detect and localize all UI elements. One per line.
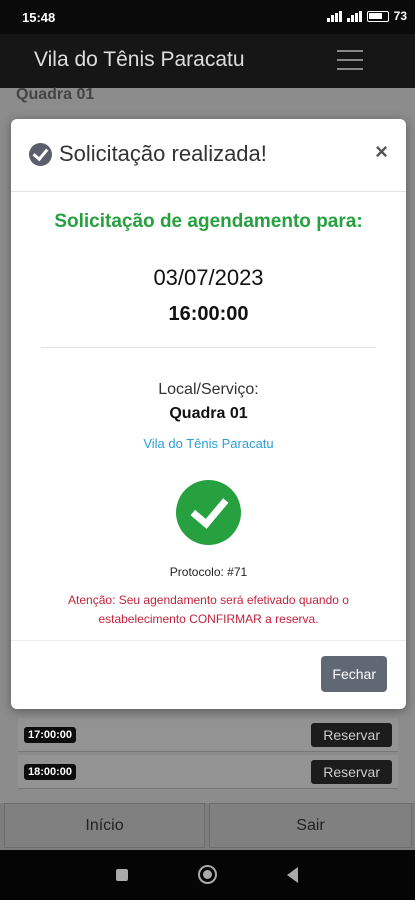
slot-time: 18:00:00: [24, 764, 77, 780]
check-circle-icon: [29, 143, 52, 166]
home-nav-icon[interactable]: [198, 865, 217, 884]
booking-date: 03/07/2023: [153, 265, 264, 290]
slot-time: 17:00:00: [24, 727, 77, 743]
request-heading: Solicitação de agendamento para:: [54, 211, 363, 232]
home-button[interactable]: Início: [4, 803, 205, 848]
time-slot: 18:00:00 Reservar: [18, 755, 398, 789]
time-slot: 17:00:00 Reservar: [18, 718, 398, 752]
status-icons: 73: [326, 9, 407, 23]
bottom-bar: Início Sair: [0, 803, 415, 850]
divider: [41, 347, 376, 348]
app-title: Vila do Tênis Paracatu: [34, 48, 245, 71]
back-icon[interactable]: [287, 867, 298, 883]
battery-icon: [366, 10, 389, 22]
footer-divider: [11, 640, 406, 641]
modal-title: Solicitação realizada!: [59, 141, 267, 166]
success-check-icon: [176, 480, 241, 545]
booking-time: 16:00:00: [168, 303, 249, 325]
battery-level: 73: [393, 9, 407, 23]
status-bar: 15:48 73: [0, 0, 415, 34]
signal-icon: [326, 10, 342, 22]
app-bar: Vila do Tênis Paracatu: [0, 34, 415, 88]
exit-button[interactable]: Sair: [209, 803, 412, 848]
local-label: Local/Serviço:: [158, 381, 259, 398]
establishment-link[interactable]: Vila do Tênis Paracatu: [11, 436, 406, 451]
reserve-button[interactable]: Reservar: [311, 760, 392, 784]
recents-icon[interactable]: [116, 869, 128, 881]
status-time: 15:48: [22, 10, 56, 25]
close-icon[interactable]: ×: [375, 139, 388, 165]
confirmation-modal: Solicitação realizada! × Solicitação de …: [11, 119, 406, 709]
close-button[interactable]: Fechar: [321, 656, 387, 692]
signal-icon-2: [346, 10, 362, 22]
local-value: Quadra 01: [169, 405, 248, 422]
reserve-button[interactable]: Reservar: [311, 723, 392, 747]
system-nav-bar: [0, 850, 415, 900]
court-label: Quadra 01: [16, 86, 95, 103]
protocol-number: Protocolo: #71: [169, 565, 248, 579]
hamburger-icon[interactable]: [337, 50, 363, 70]
warning-text: Atenção: Seu agendamento será efetivado …: [68, 593, 349, 626]
modal-header: Solicitação realizada! ×: [11, 119, 406, 192]
